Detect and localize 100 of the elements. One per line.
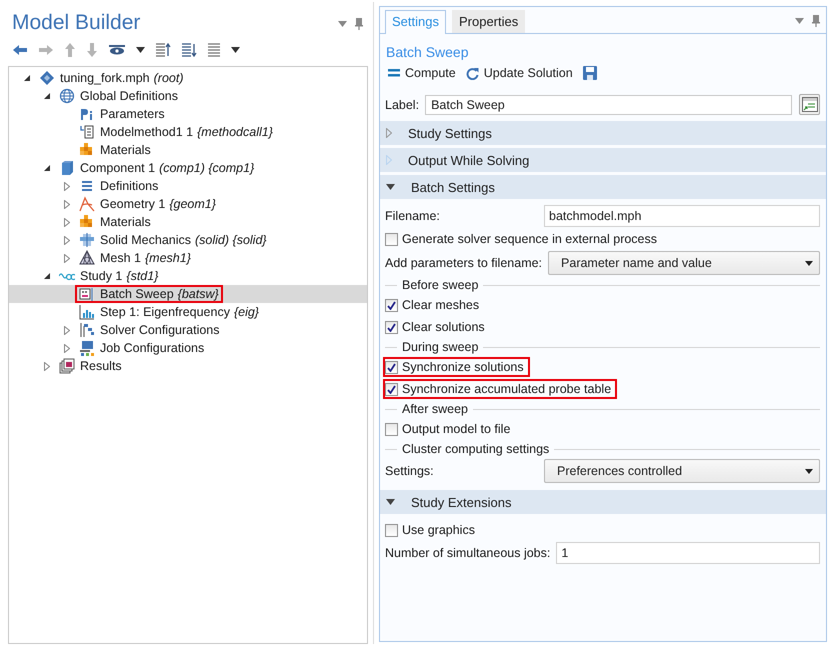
checkbox-label[interactable]: Synchronize accumulated probe table <box>402 382 612 396</box>
section-header[interactable]: Study Extensions <box>380 490 826 514</box>
tree-label: Study 1 {std1} <box>80 269 158 283</box>
checkbox[interactable] <box>385 524 398 536</box>
lines-icon <box>79 178 95 194</box>
tree-item[interactable]: Materials <box>9 141 367 159</box>
tree-label: Solid Mechanics (solid) {solid} <box>100 233 267 247</box>
list-icon[interactable] <box>207 43 221 57</box>
tree-label: Parameters <box>100 107 165 121</box>
tree-item[interactable]: Solid Mechanics (solid) {solid} <box>9 231 367 249</box>
label-field[interactable]: Batch Sweep <box>425 94 792 114</box>
tree-item[interactable]: Geometry 1 {geom1} <box>9 195 367 213</box>
tree-item[interactable]: Study 1 {std1} <box>9 267 367 285</box>
document-icon <box>79 124 95 140</box>
caret-icon[interactable] <box>136 47 145 53</box>
diamond-icon <box>39 70 55 86</box>
expand-icon[interactable] <box>64 200 70 208</box>
collapse-icon[interactable] <box>43 272 51 280</box>
tree-item[interactable]: Results <box>9 357 367 375</box>
tree-item[interactable]: Global Definitions <box>9 87 367 105</box>
form-icon <box>802 97 818 112</box>
compute-button[interactable]: Compute <box>388 66 456 80</box>
tree-label: Batch Sweep {batsw} <box>100 287 219 301</box>
check-icon <box>387 362 396 372</box>
checkbox[interactable] <box>385 382 398 396</box>
computer-icon <box>79 340 95 356</box>
pin-icon[interactable] <box>355 18 363 30</box>
tree-item[interactable]: Component 1 (comp1) {comp1} <box>9 159 367 177</box>
expand-icon[interactable] <box>44 362 50 370</box>
checkbox-label[interactable]: Clear solutions <box>402 320 485 334</box>
tree-item[interactable]: Definitions <box>9 177 367 195</box>
tree-item[interactable]: Materials <box>9 213 367 231</box>
grid-icon <box>79 142 95 158</box>
dropdown[interactable]: Preferences controlled <box>544 459 820 483</box>
pin-icon[interactable] <box>812 15 820 27</box>
tree-label: Modelmethod1 1 {methodcall1} <box>100 125 273 139</box>
tree-item[interactable]: Batch Sweep {batsw} <box>9 285 367 303</box>
checkbox[interactable] <box>385 360 398 374</box>
dropdown-value: Parameter name and value <box>561 256 712 270</box>
tree-label: Results <box>80 359 122 373</box>
tree-label: Component 1 (comp1) {comp1} <box>80 161 254 175</box>
field-label: Number of simultaneous jobs: <box>385 546 552 560</box>
expand-icon[interactable] <box>64 182 70 190</box>
cube-icon <box>59 160 75 176</box>
label-options-button[interactable] <box>799 94 820 115</box>
eye-icon[interactable] <box>108 44 126 56</box>
checkbox-label[interactable]: Clear meshes <box>402 298 480 312</box>
expand-all-icon[interactable] <box>181 43 197 57</box>
expand-icon[interactable] <box>64 254 70 262</box>
dropdown-icon[interactable] <box>795 18 804 24</box>
collapse-icon[interactable] <box>23 74 31 82</box>
checkbox[interactable] <box>385 232 398 246</box>
field-label: Label: <box>385 98 420 112</box>
checkbox-label[interactable]: Output model to file <box>402 422 510 436</box>
text-field[interactable]: batchmodel.mph <box>544 205 820 227</box>
section-header[interactable]: Study Settings <box>380 121 826 145</box>
checkbox-label[interactable]: Generate solver sequence in external process <box>402 232 658 246</box>
tree-label: Materials <box>100 215 151 229</box>
tree-item[interactable]: Solver Configurations <box>9 321 367 339</box>
settings-title: Batch Sweep <box>386 44 470 60</box>
tree-item[interactable]: Step 1: Eigenfrequency {eig} <box>9 303 367 321</box>
tree-label: Mesh 1 {mesh1} <box>100 251 191 265</box>
bar-chart-icon <box>79 304 95 320</box>
expand-icon[interactable] <box>64 236 70 244</box>
stack-icon <box>79 232 95 248</box>
checkbox[interactable] <box>385 422 398 436</box>
section-header[interactable]: Batch Settings <box>380 175 826 199</box>
expand-icon[interactable] <box>64 326 70 334</box>
checkbox[interactable] <box>385 320 398 334</box>
caret-icon[interactable] <box>231 47 240 53</box>
flow-icon <box>79 322 95 338</box>
tree-item[interactable]: Parameters <box>9 105 367 123</box>
collapse-all-icon[interactable] <box>155 43 171 57</box>
collapse-icon[interactable] <box>43 164 51 172</box>
collapse-icon[interactable] <box>43 92 51 100</box>
expand-icon[interactable] <box>64 344 70 352</box>
tab[interactable]: Properties <box>452 10 526 33</box>
dropdown-icon[interactable] <box>338 21 347 27</box>
group-title: After sweep <box>402 402 468 416</box>
tree-item[interactable]: tuning_fork.mph (root) <box>9 69 367 87</box>
expand-icon[interactable] <box>64 218 70 226</box>
tree-label: Geometry 1 {geom1} <box>100 197 216 211</box>
checkbox[interactable] <box>385 298 398 312</box>
tree-item[interactable]: Mesh 1 {mesh1} <box>9 249 367 267</box>
triangle-mesh-icon <box>79 250 95 266</box>
checkbox-label[interactable]: Use graphics <box>402 523 475 537</box>
tree-item[interactable]: Modelmethod1 1 {methodcall1} <box>9 123 367 141</box>
left-arrow-icon[interactable] <box>12 43 28 57</box>
update-solution-button[interactable]: Update Solution <box>466 66 573 80</box>
caret-icon <box>805 260 813 266</box>
tree-item[interactable]: Job Configurations <box>9 339 367 357</box>
window-icon <box>79 286 95 302</box>
checkbox-label[interactable]: Synchronize solutions <box>402 360 524 374</box>
group-title: Before sweep <box>402 278 478 292</box>
tree-label: Step 1: Eigenfrequency {eig} <box>100 305 259 319</box>
field-label: Add parameters to filename: <box>385 256 544 270</box>
group-title: Cluster computing settings <box>402 442 550 456</box>
text-field[interactable]: 1 <box>556 542 820 564</box>
save-icon[interactable] <box>582 66 597 80</box>
dropdown[interactable]: Parameter name and value <box>548 251 820 275</box>
